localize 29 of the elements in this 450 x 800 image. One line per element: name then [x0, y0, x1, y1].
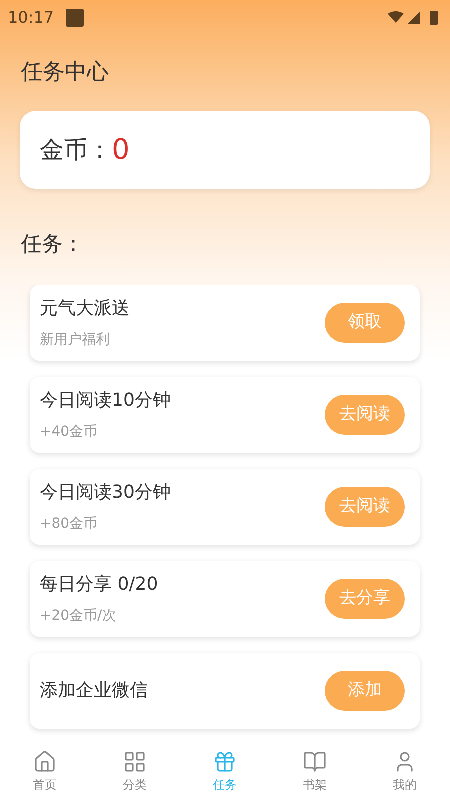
grid-icon — [123, 750, 147, 774]
task-action-button[interactable]: 去阅读 — [325, 394, 405, 434]
nav-tab[interactable]: 任务 — [180, 744, 270, 800]
task-title: 添加企业微信 — [40, 679, 148, 703]
nav-tab[interactable]: 书架 — [270, 744, 360, 800]
tasks-heading: 任务： — [21, 231, 85, 258]
gift-icon — [213, 750, 237, 774]
task-action-button[interactable]: 领取 — [325, 302, 405, 342]
task-action-button[interactable]: 去阅读 — [325, 486, 405, 526]
book-icon — [303, 750, 327, 774]
task-reward: +80金币 — [40, 514, 99, 534]
task-action-button[interactable]: 添加 — [325, 670, 405, 710]
task-title: 元气大派送 — [40, 296, 130, 320]
coin-value: 0 — [112, 132, 130, 168]
home-icon — [33, 750, 57, 774]
task-title: 今日阅读10分钟 — [40, 388, 171, 412]
nav-tab[interactable]: 首页 — [0, 744, 90, 800]
task-action-button[interactable]: 去分享 — [325, 578, 405, 618]
task-title: 今日阅读30分钟 — [40, 480, 171, 504]
task-reward: 新用户福利 — [40, 330, 111, 350]
coin-label: 金币： — [40, 135, 112, 166]
task-reward: +20金币/次 — [40, 606, 118, 626]
nav-tab[interactable]: 我的 — [360, 744, 450, 800]
task-title: 每日分享 0/20 — [40, 572, 158, 596]
status-time: 10:17 — [8, 7, 54, 29]
task-reward: +40金币 — [40, 422, 99, 442]
nav-tab[interactable]: 分类 — [90, 744, 180, 800]
notification-icon — [66, 9, 84, 27]
page-title: 任务中心 — [21, 59, 110, 87]
